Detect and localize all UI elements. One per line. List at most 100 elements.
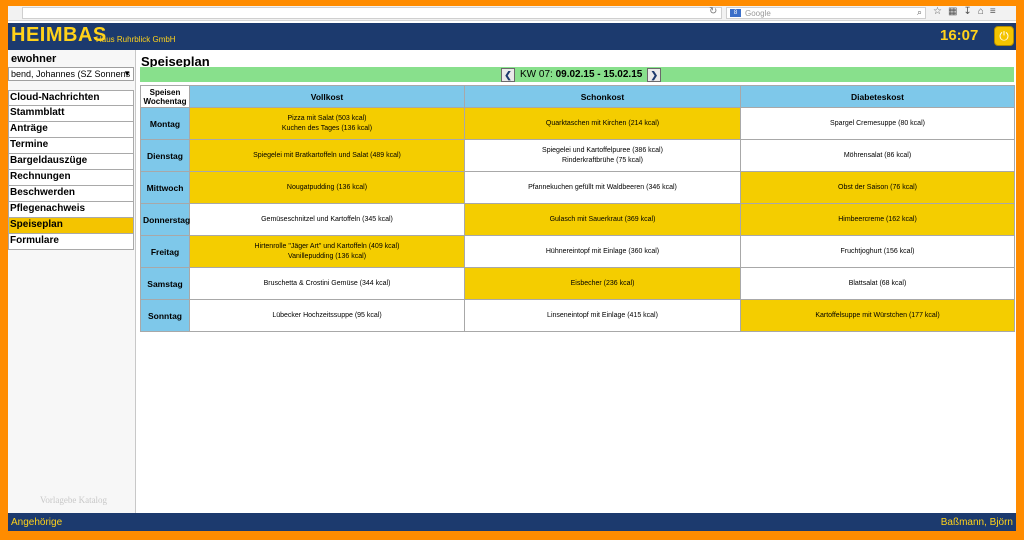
chevron-down-icon: ▼ (123, 69, 131, 78)
meal-text: Hirtenrolle "Jäger Art" und Kartoffeln (… (254, 242, 400, 250)
previous-week-button[interactable]: ❮ (501, 67, 515, 82)
meal-cell: Obst der Saison (76 kcal) (740, 171, 1015, 204)
meal-cell: Gulasch mit Sauerkraut (369 kcal) (464, 203, 741, 236)
meal-text: Pfannekuchen gefüllt mit Waldbeeren (346… (528, 183, 677, 191)
table-row: Samstag Bruschetta & Crostini Gemüse (344… (140, 267, 1015, 300)
table-header-row: Speisen Wochentag Vollkost Schonkost Dia… (140, 85, 1015, 108)
week-navigation: ❮ KW 07: 09.02.15 - 15.02.15 ❯ (501, 67, 662, 82)
meal-cell: Blattsalat (68 kcal) (740, 267, 1015, 300)
sidebar-item-stammblatt[interactable]: Stammblatt (8, 106, 134, 122)
weekday-cell: Freitag (140, 235, 190, 268)
meal-cell: Eisbecher (236 kcal) (464, 267, 741, 300)
sidebar-item-rechnungen[interactable]: Rechnungen (8, 170, 134, 186)
meal-text: Himbeercreme (162 kcal) (838, 215, 917, 223)
meal-cell: Linseneintopf mit Einlage (415 kcal) (464, 299, 741, 332)
table-row: Mittwoch Nougatpudding (136 kcal) Pfanneku… (140, 171, 1015, 204)
meal-cell: Quarktaschen mit Kirchen (214 kcal) (464, 107, 741, 140)
home-icon[interactable]: ⌂ (978, 6, 990, 17)
meal-text: Rinderkraftbrühe (75 kcal) (562, 156, 643, 164)
meal-text: Spargel Cremesuppe (80 kcal) (830, 119, 925, 127)
footer-user-name: Baßmann, Björn (940, 517, 1013, 528)
table-row: Dienstag Spiegelei mit Bratkartoffeln und… (140, 139, 1015, 172)
meal-text: Eisbecher (236 kcal) (570, 279, 635, 287)
week-range: 09.02.15 - 15.02.15 (555, 69, 643, 80)
table-row: Sonntag Lübecker Hochzeitssuppe (95 kcal)… (140, 299, 1015, 332)
browser-search-input[interactable]: 8 Google ⌕ (726, 7, 926, 19)
week-bar: ❮ KW 07: 09.02.15 - 15.02.15 ❯ (140, 67, 1014, 82)
meal-cell: Möhrensalat (86 kcal) (740, 139, 1015, 172)
meal-cell: Spiegelei und Kartoffelpuree (386 kcal) R… (464, 139, 741, 172)
meal-text: Linseneintopf mit Einlage (415 kcal) (547, 311, 658, 319)
search-icon[interactable]: ⌕ (917, 7, 922, 18)
sidebar-item-speiseplan[interactable]: Speiseplan (8, 218, 134, 234)
menu-icon[interactable]: ≡ (990, 6, 1002, 17)
weekday-cell: Sonntag (140, 299, 190, 332)
meal-cell: Lübecker Hochzeitssuppe (95 kcal) (189, 299, 465, 332)
sidebar-item-cloud-nachrichten[interactable]: Cloud-Nachrichten (8, 90, 134, 106)
browser-icons: ☆▦↧⌂≡ (933, 6, 1002, 17)
sidebar-menu: Cloud-Nachrichten Stammblatt Anträge Termin… (8, 90, 134, 250)
meal-text: Gulasch mit Sauerkraut (369 kcal) (549, 215, 656, 223)
meal-text: Spiegelei und Kartoffelpuree (386 kcal) (542, 146, 663, 154)
clock: 16:07 (940, 27, 979, 44)
column-header-vollkost: Vollkost (189, 85, 465, 108)
meal-text: Quarktaschen mit Kirchen (214 kcal) (545, 119, 660, 127)
corner-header-bottom: Wochentag (143, 96, 187, 106)
column-header-schonkost: Schonkost (464, 85, 741, 108)
meal-cell: Hirtenrolle "Jäger Art" und Kartoffeln (… (189, 235, 465, 268)
meal-cell: Spargel Cremesuppe (80 kcal) (740, 107, 1015, 140)
weekday-cell: Mittwoch (140, 171, 190, 204)
meal-text: Bruschetta & Crostini Gemüse (344 kcal) (263, 279, 391, 287)
resident-select-value: bend, Johannes (SZ Sonnens (11, 69, 131, 79)
app-window: ↻ 8 Google ⌕ ☆▦↧⌂≡ HEIMBAS Haus Ruhrblic… (8, 6, 1016, 531)
footer-relatives-link[interactable]: Angehörige (11, 517, 62, 528)
meal-text: Blattsalat (68 kcal) (848, 279, 907, 287)
table-row: Freitag Hirtenrolle "Jäger Art" und Karto… (140, 235, 1015, 268)
power-icon[interactable]: ⏻ (994, 26, 1014, 46)
sidebar-item-anträge[interactable]: Anträge (8, 122, 134, 138)
table-body: Montag Pizza mit Salat (503 kcal) Kuchen d… (140, 107, 1015, 332)
star-icon[interactable]: ☆ (933, 6, 948, 17)
meal-cell: Spiegelei mit Bratkartoffeln und Salat (… (189, 139, 465, 172)
meal-cell: Kartoffelsuppe mit Würstchen (177 kcal) (740, 299, 1015, 332)
column-header-diabeteskost: Diabeteskost (740, 85, 1015, 108)
address-bar[interactable] (22, 7, 722, 19)
reload-icon[interactable]: ↻ (709, 6, 717, 17)
resident-select[interactable]: bend, Johannes (SZ Sonnens ▼ (8, 67, 134, 81)
meal-text: Kartoffelsuppe mit Würstchen (177 kcal) (815, 311, 940, 319)
weekday-cell: Montag (140, 107, 190, 140)
table-row: Donnerstag Gemüseschnitzel und Kartoffeln… (140, 203, 1015, 236)
corner-header: Speisen Wochentag (140, 85, 190, 108)
app-header: HEIMBAS Haus Ruhrblick GmbH 16:07 ⏻ (8, 23, 1016, 50)
meal-text: Vanillepudding (136 kcal) (287, 252, 367, 260)
resident-label: ewohner (11, 53, 57, 65)
download-icon[interactable]: ↧ (963, 6, 977, 17)
google-icon: 8 (730, 9, 741, 17)
bookmarks-icon[interactable]: ▦ (948, 6, 963, 17)
app-footer: Angehörige Baßmann, Björn (8, 513, 1016, 531)
meal-cell: Hühnereintopf mit Einlage (360 kcal) (464, 235, 741, 268)
sidebar: ewohner bend, Johannes (SZ Sonnens ▼ Clo… (8, 50, 136, 513)
meal-text: Kuchen des Tages (136 kcal) (281, 124, 373, 132)
sidebar-item-bargeldauszüge[interactable]: Bargeldauszüge (8, 154, 134, 170)
meal-text: Möhrensalat (86 kcal) (843, 151, 912, 159)
meal-text: Pizza mit Salat (503 kcal) (287, 114, 367, 122)
app-logo-subtitle: Haus Ruhrblick GmbH (96, 35, 176, 44)
browser-toolbar: ↻ 8 Google ⌕ ☆▦↧⌂≡ (8, 6, 1016, 21)
sidebar-item-pflegenachweis[interactable]: Pflegenachweis (8, 202, 134, 218)
next-week-button[interactable]: ❯ (647, 67, 662, 82)
meal-cell: Fruchtjoghurt (156 kcal) (740, 235, 1015, 268)
weekday-cell: Donnerstag (140, 203, 190, 236)
meal-text: Hühnereintopf mit Einlage (360 kcal) (545, 247, 660, 255)
sidebar-item-formulare[interactable]: Formulare (8, 234, 134, 250)
sidebar-item-termine[interactable]: Termine (8, 138, 134, 154)
meal-cell: Gemüseschnitzel und Kartoffeln (345 kcal… (189, 203, 465, 236)
meal-text: Nougatpudding (136 kcal) (286, 183, 368, 191)
meal-text: Obst der Saison (76 kcal) (838, 183, 917, 191)
watermark: Vorlagebe Katalog (40, 495, 108, 505)
sidebar-item-beschwerden[interactable]: Beschwerden (8, 186, 134, 202)
meal-text: Gemüseschnitzel und Kartoffeln (345 kcal… (261, 215, 393, 223)
meal-text: Spiegelei mit Bratkartoffeln und Salat (… (253, 151, 401, 159)
table-row: Montag Pizza mit Salat (503 kcal) Kuchen d… (140, 107, 1015, 140)
meal-cell: Nougatpudding (136 kcal) (189, 171, 465, 204)
